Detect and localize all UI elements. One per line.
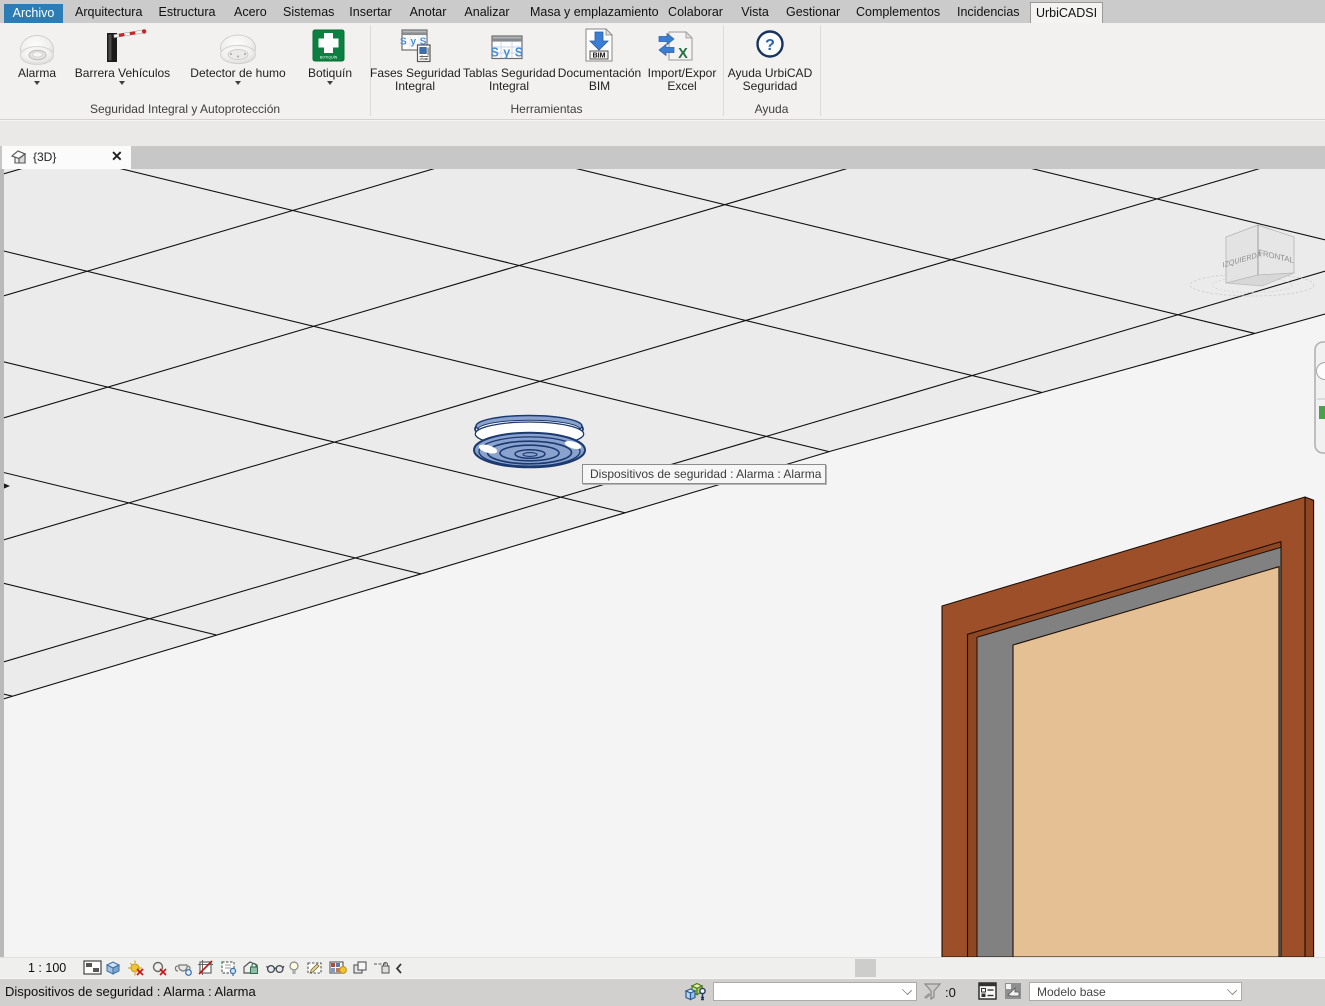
svg-text:S y S: S y S bbox=[490, 46, 523, 60]
svg-text:?: ? bbox=[765, 37, 775, 54]
svg-text::0: :0 bbox=[945, 985, 956, 1000]
svg-text:BIM: BIM bbox=[593, 53, 606, 60]
svg-text:X: X bbox=[678, 46, 688, 62]
svg-text:BOTIQUÍN: BOTIQUÍN bbox=[320, 56, 338, 60]
